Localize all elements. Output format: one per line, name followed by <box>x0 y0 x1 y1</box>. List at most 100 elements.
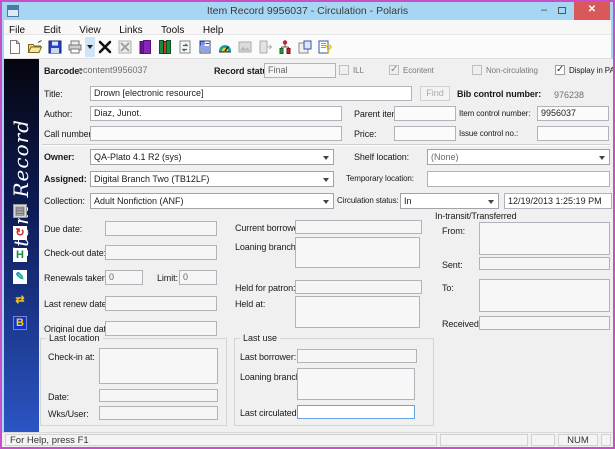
refresh-record-icon[interactable] <box>175 37 195 57</box>
delete-icon[interactable] <box>95 37 115 57</box>
held-at-label: Held at: <box>235 299 266 309</box>
collection-select[interactable]: Adult Nonfiction (ANF) <box>90 193 334 209</box>
title-field[interactable]: Drown [electronic resource] <box>90 86 412 101</box>
printer-icon[interactable]: ▤ <box>13 204 27 218</box>
maximize-button[interactable] <box>554 2 570 20</box>
linked-records-icon[interactable] <box>275 37 295 57</box>
current-borrower-field <box>295 220 422 234</box>
in-transit-sent-label: Sent: <box>442 260 463 270</box>
status-panel-1 <box>440 434 528 446</box>
status-bar: For Help, press F1 NUM <box>2 432 613 447</box>
last-use-title: Last use <box>240 333 281 343</box>
status-panel-2 <box>531 434 555 446</box>
bib-record-icon[interactable]: B <box>13 316 27 330</box>
held-at-box <box>295 296 420 328</box>
notes-icon[interactable]: ✎ <box>13 270 27 284</box>
workform-sidebar: Item Record ▤ ↻ H ✎ ⇄ B <box>4 59 39 432</box>
close-button[interactable]: ✕ <box>574 2 610 20</box>
properties-icon[interactable] <box>295 37 315 57</box>
circulation-status-label: Circulation status: <box>337 196 399 205</box>
shelf-location-select[interactable]: (None) <box>427 149 610 165</box>
new-record-icon[interactable] <box>5 37 25 57</box>
wks-user-field <box>99 406 218 420</box>
temporary-location-field[interactable] <box>427 171 610 187</box>
item-control-number-label: Item control number: <box>459 109 531 118</box>
non-circulating-label: Non-circulating <box>486 66 538 75</box>
author-field[interactable]: Diaz, Junot. <box>90 106 342 121</box>
display-in-pac-label: Display in PAC <box>569 66 615 75</box>
display-in-pac-checkbox[interactable] <box>555 64 565 75</box>
due-date-label: Due date: <box>44 224 83 234</box>
renewals-taken-field: 0 <box>105 270 143 285</box>
last-borrower-label: Last borrower: <box>240 352 297 362</box>
original-due-date-field <box>105 321 217 336</box>
undo-delete-icon <box>115 37 135 57</box>
last-circulated-field <box>297 405 415 419</box>
bib-display-icon[interactable]: B <box>195 37 215 57</box>
parent-item-field[interactable] <box>394 106 456 121</box>
owner-select[interactable]: QA-Plato 4.1 R2 (sys) <box>90 149 334 165</box>
check-in-at-label: Check-in at: <box>48 352 95 362</box>
temporary-location-label: Temporary location: <box>346 174 414 183</box>
minimize-button[interactable]: – <box>536 2 552 20</box>
last-borrower-field <box>297 349 417 363</box>
holds-icon[interactable]: H <box>13 248 27 262</box>
in-transit-from-label: From: <box>442 226 465 236</box>
title-bar: Item Record 9956037 - Circulation - Pola… <box>2 2 613 20</box>
ill-checkbox <box>339 65 349 75</box>
last-location-title: Last location <box>46 333 103 343</box>
limit-field: 0 <box>179 270 217 285</box>
econtent-label: Econtent <box>403 66 434 75</box>
find-button: Find <box>420 86 450 101</box>
wks-user-label: Wks/User: <box>48 409 89 419</box>
held-for-patron-label: Held for patron: <box>235 283 296 293</box>
limit-label: Limit: <box>157 273 178 283</box>
renewals-taken-label: Renewals taken: <box>44 273 110 283</box>
last-circulated-label: Last circulated: <box>240 408 299 418</box>
assigned-label: Assigned: <box>44 174 87 184</box>
last-renew-date-label: Last renew date: <box>44 299 109 309</box>
svg-text:?: ? <box>325 42 332 55</box>
title-label: Title: <box>44 89 63 99</box>
item-record-icon[interactable] <box>135 37 155 57</box>
item-record-window: Item Record 9956037 - Circulation - Pola… <box>0 0 615 449</box>
loaning-branch-box <box>295 237 420 268</box>
held-for-patron-field <box>295 280 422 294</box>
open-icon[interactable] <box>25 37 45 57</box>
toolbar: B ? <box>2 35 613 59</box>
non-circulating-checkbox <box>472 65 482 75</box>
circulation-status-select[interactable]: In <box>400 193 499 209</box>
last-use-loaning-branch-label: Loaning branch: <box>240 372 304 382</box>
last-location-date-field <box>99 389 218 402</box>
assigned-select[interactable]: Digital Branch Two (TB12LF) <box>90 171 334 187</box>
call-number-field[interactable] <box>90 126 342 141</box>
in-transit-received-label: Received: <box>442 319 482 329</box>
exit-record-icon <box>255 37 275 57</box>
in-transit-to-box <box>479 279 610 312</box>
window-title: Item Record 9956037 - Circulation - Pola… <box>206 5 409 17</box>
num-lock-indicator: NUM <box>558 434 598 446</box>
print-options-icon[interactable] <box>85 36 95 57</box>
price-label: Price: <box>354 129 377 139</box>
shelf-location-label: Shelf location: <box>354 152 410 162</box>
last-use-loaning-branch-box <box>297 368 415 400</box>
renew-icon[interactable]: ↻ <box>13 226 27 240</box>
help-icon[interactable]: ? <box>315 37 335 57</box>
save-icon[interactable] <box>45 37 65 57</box>
current-borrower-label: Current borrower: <box>235 223 304 233</box>
status-message: For Help, press F1 <box>5 434 437 446</box>
in-transit-title: In-transit/Transferred <box>435 211 517 221</box>
price-field[interactable] <box>394 126 456 141</box>
in-transit-to-label: To: <box>442 283 454 293</box>
issue-control-no-field[interactable] <box>537 126 609 141</box>
statistics-gauge-icon[interactable] <box>215 37 235 57</box>
loaning-branch-label: Loaning branch: <box>235 242 299 252</box>
check-out-date-field <box>105 245 217 260</box>
bib-control-number-value: 976238 <box>554 90 585 100</box>
bib-records-icon[interactable] <box>155 37 175 57</box>
transfer-icon[interactable]: ⇄ <box>13 294 27 308</box>
print-icon[interactable] <box>65 37 85 57</box>
last-renew-date-field <box>105 296 217 311</box>
circulation-status-date: 12/19/2013 1:25:19 PM <box>504 193 612 209</box>
due-date-field <box>105 221 217 236</box>
